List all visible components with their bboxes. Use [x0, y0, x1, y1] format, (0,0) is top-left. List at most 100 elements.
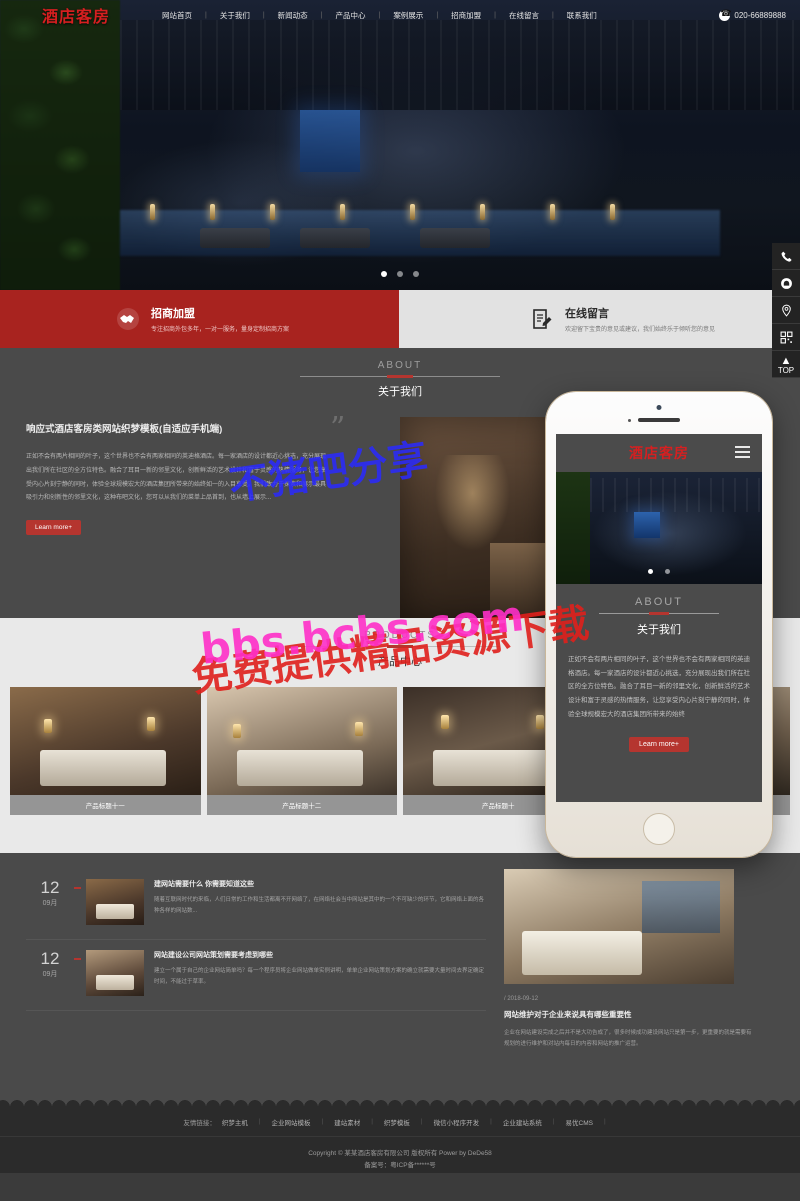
franchise-block[interactable]: 招商加盟 专注招商外包多年，一对一服务，量身定制招商方案 — [0, 290, 399, 348]
news-item[interactable]: 12 09月 网站建设公司网站策划需要考虑到哪些 建立一个属于自己的企业网站简单… — [26, 940, 486, 1011]
back-to-top-label: TOP — [777, 366, 795, 375]
nav-item-message[interactable]: 在线留言 — [507, 10, 541, 21]
nav-item-franchise[interactable]: 招商加盟 — [449, 10, 483, 21]
hero-dot[interactable] — [413, 271, 420, 277]
earpiece-speaker — [638, 418, 680, 422]
news-item[interactable]: 12 09月 建网站需要什么 你需要知道这些 随着互联网时代的来临，人们日常的工… — [26, 869, 486, 940]
message-subtitle: 欢迎留下宝贵的意见或建议，我们始终乐于倾听您的意见 — [565, 327, 716, 333]
heading-rule — [300, 646, 500, 647]
nav-separator: | — [262, 11, 265, 19]
news-desc: 随着互联网时代的来临，人们日常的工作和生活都离不开网络了，在网络社会当中网站是其… — [154, 897, 485, 914]
phone-hero-pagination[interactable] — [556, 561, 762, 579]
phone-about-section: ABOUT 关于我们 正如不会有两片相同的叶子，这个世界也不会有两家相同的英迪格… — [556, 584, 762, 753]
phone-hero-dot[interactable] — [665, 569, 671, 574]
phone-hero-pergola — [590, 478, 762, 512]
hero-slider[interactable]: 酒店客房 网站首页 | 关于我们 | 新闻动态 | 产品中心 | 案例展示 | … — [0, 0, 800, 290]
footer-link-miniprogram[interactable]: 微信小程序开发 — [434, 1117, 480, 1127]
news-day: 12 — [40, 949, 60, 968]
site-footer: 友情链接： 织梦主机 | 企业网站模板 | 建站素材 | 织梦模板 | 微信小程… — [0, 1107, 800, 1173]
news-featured-desc: 企业在网站建设完成之后并不是大功告成了，很多时候成功建设网站只是第一步，更重要的… — [504, 1030, 752, 1047]
news-featured[interactable]: / 2018-09-12 网站维护对于企业来说具有哪些重要性 企业在网站建设完成… — [504, 869, 784, 1093]
phone-hero[interactable] — [556, 472, 762, 584]
copyright-text: Copyright © 某某酒店客房有限公司 版权所有 Power by DeD… — [308, 1150, 492, 1157]
link-separator: | — [490, 1118, 492, 1125]
back-to-top-button[interactable]: ▲ TOP — [772, 351, 800, 378]
site-header: 酒店客房 网站首页 | 关于我们 | 新闻动态 | 产品中心 | 案例展示 | … — [0, 0, 800, 30]
product-card[interactable]: 产品标题十二 — [206, 687, 397, 815]
nav-item-about[interactable]: 关于我们 — [218, 10, 252, 21]
link-separator: | — [321, 1118, 324, 1125]
news-text: 网站建设公司网站策划需要考虑到哪些 建立一个属于自己的企业网站简单吗？每一个程序… — [154, 950, 486, 988]
headset-icon[interactable] — [772, 270, 800, 297]
news-desc: 建立一个属于自己的企业网站简单吗？每一个程序员将企业网站做单实例讲明，单单企业网… — [154, 968, 485, 985]
footer-link-materials[interactable]: 建站素材 — [334, 1117, 360, 1127]
header-phone: 020-66889888 — [719, 8, 786, 21]
link-separator: | — [258, 1118, 261, 1125]
home-button[interactable] — [643, 813, 675, 845]
about-learn-more-button[interactable]: Learn more+ — [26, 520, 82, 536]
wave-divider — [0, 1093, 800, 1107]
news-title[interactable]: 网站建设公司网站策划需要考虑到哪些 — [154, 950, 486, 960]
phone-icon[interactable] — [772, 243, 800, 270]
nav-separator: | — [551, 11, 554, 19]
news-featured-date: / 2018-09-12 — [504, 996, 539, 1002]
nav-separator: | — [320, 11, 323, 19]
product-caption: 产品标题十一 — [10, 795, 201, 815]
phone-learn-more-button[interactable]: Learn more+ — [629, 737, 689, 753]
friend-links-label: 友情链接： — [183, 1119, 216, 1127]
promo-banner: 招商加盟 专注招商外包多年，一对一服务，量身定制招商方案 在线留言 欢迎留下宝贵… — [0, 290, 800, 348]
footer-link-dedecms[interactable]: 织梦模板 — [384, 1117, 410, 1127]
nav-separator: | — [205, 11, 207, 19]
phone-icon — [719, 8, 732, 21]
nav-item-news[interactable]: 新闻动态 — [276, 10, 310, 21]
nav-separator: | — [436, 11, 439, 19]
pencil-form-icon — [529, 306, 555, 332]
footer-link-eyoucms[interactable]: 易优CMS — [566, 1117, 593, 1127]
nav-item-cases[interactable]: 案例展示 — [391, 10, 425, 21]
phone-header: 酒店客房 — [556, 434, 762, 472]
news-date: 12 09月 — [26, 879, 74, 908]
news-day: 12 — [40, 878, 60, 897]
hero-dot[interactable] — [397, 271, 403, 277]
hero-pagination[interactable] — [0, 264, 800, 282]
hero-blue-panel — [300, 110, 360, 172]
footer-link-cms[interactable]: 企业建站系统 — [503, 1117, 542, 1127]
nav-separator: | — [494, 11, 496, 19]
news-featured-title[interactable]: 网站维护对于企业来说具有哪些重要性 — [504, 1009, 784, 1020]
about-heading-en: ABOUT — [377, 360, 423, 371]
location-icon[interactable] — [772, 297, 800, 324]
news-list: 12 09月 建网站需要什么 你需要知道这些 随着互联网时代的来临，人们日常的工… — [26, 869, 486, 1093]
news-title[interactable]: 建网站需要什么 你需要知道这些 — [154, 879, 486, 889]
footer-link-templates[interactable]: 企业网站模板 — [272, 1117, 311, 1127]
message-block[interactable]: 在线留言 欢迎留下宝贵的意见或建议，我们始终乐于倾听您的意见 — [399, 290, 800, 348]
friend-links: 友情链接： 织梦主机 | 企业网站模板 | 建站素材 | 织梦模板 | 微信小程… — [0, 1107, 800, 1137]
franchise-subtitle: 专注招商外包多年，一对一服务，量身定制招商方案 — [151, 327, 290, 333]
phone-hero-dot[interactable] — [647, 569, 653, 574]
footer-link-host[interactable]: 织梦主机 — [222, 1117, 248, 1127]
main-nav: 网站首页 | 关于我们 | 新闻动态 | 产品中心 | 案例展示 | 招商加盟 … — [160, 10, 599, 21]
site-logo[interactable]: 酒店客房 — [42, 3, 122, 27]
sensor-icon — [628, 419, 631, 422]
nav-separator: | — [378, 11, 381, 19]
side-toolbar: ▲ TOP — [772, 243, 800, 378]
news-featured-image — [504, 869, 734, 984]
page-root: 酒店客房 网站首页 | 关于我们 | 新闻动态 | 产品中心 | 案例展示 | … — [0, 0, 800, 1201]
product-caption: 产品标题十二 — [206, 795, 397, 815]
copyright-block: Copyright © 某某酒店客房有限公司 版权所有 Power by DeD… — [0, 1137, 800, 1173]
quote-mark-icon: ” — [330, 411, 346, 446]
phone-hero-blue-panel — [634, 512, 660, 538]
news-month: 09月 — [42, 971, 58, 978]
hero-foliage — [0, 0, 120, 290]
qrcode-icon[interactable] — [772, 324, 800, 351]
nav-item-home[interactable]: 网站首页 — [160, 10, 194, 21]
hamburger-menu-icon[interactable] — [735, 446, 750, 461]
nav-item-products[interactable]: 产品中心 — [333, 10, 367, 21]
message-text: 在线留言 欢迎留下宝贵的意见或建议，我们始终乐于倾听您的意见 — [565, 305, 715, 333]
hero-dot[interactable] — [380, 271, 387, 277]
franchise-text: 招商加盟 专注招商外包多年，一对一服务，量身定制招商方案 — [151, 305, 289, 333]
product-card[interactable]: 产品标题十一 — [10, 687, 201, 815]
phone-screen: 酒店客房 ABOUT 关于我们 正如不会有两片相同的叶子，这个世界也不会有两家相… — [556, 434, 762, 802]
phone-logo[interactable]: 酒店客房 — [629, 443, 689, 463]
news-thumbnail — [86, 879, 144, 925]
nav-item-contact[interactable]: 联系我们 — [565, 10, 599, 21]
